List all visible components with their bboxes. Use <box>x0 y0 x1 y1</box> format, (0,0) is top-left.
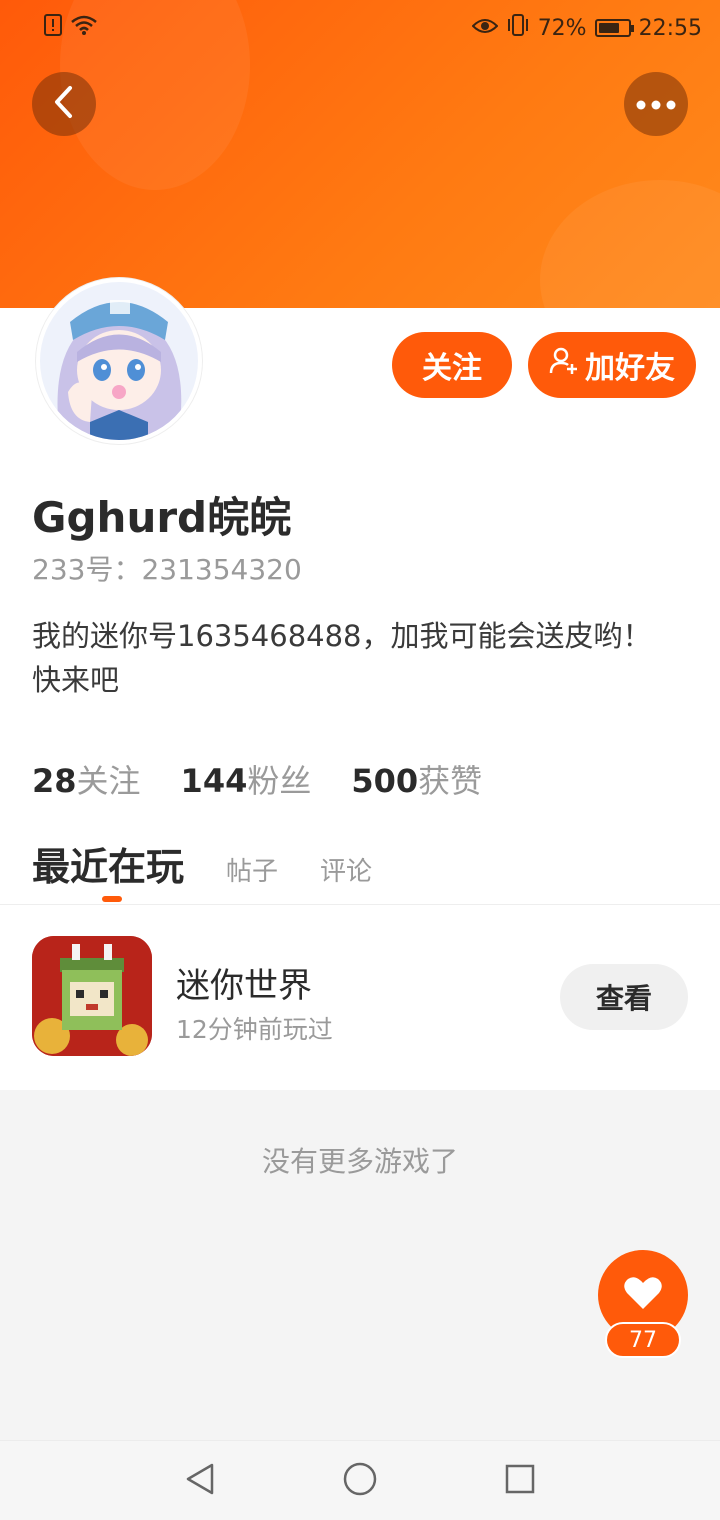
user-bio: 我的迷你号1635468488，加我可能会送皮哟！快来吧 <box>32 619 652 697</box>
stat-fans[interactable]: 144粉丝 <box>181 756 312 802</box>
nav-recents-button[interactable] <box>502 1463 538 1499</box>
add-friend-button[interactable]: 加好友 <box>528 332 696 398</box>
tab-posts[interactable]: 帖子 <box>226 851 278 888</box>
circle-home-icon <box>343 1462 377 1500</box>
stat-number: 500 <box>351 762 419 800</box>
avatar[interactable] <box>36 278 202 444</box>
battery-percent: 72% <box>537 15 587 41</box>
battery-icon <box>594 19 634 37</box>
profile-tabs: 最近在玩 帖子 评论 <box>32 836 372 891</box>
stat-number: 28 <box>32 762 77 800</box>
alert-icon <box>44 14 62 42</box>
follow-label: 关注 <box>422 351 482 386</box>
nav-home-button[interactable] <box>342 1462 378 1500</box>
like-count-badge: 77 <box>605 1322 681 1358</box>
tab-comments[interactable]: 评论 <box>320 851 372 888</box>
back-button[interactable] <box>32 72 96 136</box>
system-navigation-bar <box>0 1440 720 1520</box>
nav-back-button[interactable] <box>182 1463 218 1499</box>
wifi-icon <box>70 14 98 42</box>
follow-button[interactable]: 关注 <box>392 332 512 398</box>
profile-stats: 28关注 144粉丝 500获赞 <box>32 756 482 802</box>
list-item[interactable]: 迷你世界 12分钟前玩过 查看 <box>0 906 720 1088</box>
square-recents-icon <box>505 1464 535 1498</box>
stat-label: 粉丝 <box>247 762 312 800</box>
no-more-games-text: 没有更多游戏了 <box>261 1145 458 1178</box>
eye-icon <box>471 16 499 41</box>
anime-girl-avatar-icon <box>40 282 198 440</box>
stat-likes[interactable]: 500获赞 <box>351 756 482 802</box>
divider <box>0 904 720 905</box>
header-decoration <box>540 180 720 308</box>
heart-icon <box>623 1275 663 1315</box>
user-id-label: 233号： <box>32 553 142 586</box>
stat-number: 144 <box>180 762 248 800</box>
game-last-played: 12分钟前玩过 <box>176 1015 333 1044</box>
vibrate-icon <box>506 14 530 42</box>
add-friend-label: 加好友 <box>585 351 675 386</box>
tab-indicator <box>102 896 122 902</box>
battery-level <box>598 23 619 33</box>
triangle-back-icon <box>184 1462 216 1500</box>
stat-label: 关注 <box>76 762 141 800</box>
user-id: 233号：231354320 <box>32 548 302 588</box>
more-options-button[interactable] <box>624 72 688 136</box>
clock: 22:55 <box>638 15 702 41</box>
stat-following[interactable]: 28关注 <box>32 756 141 802</box>
more-dots-icon <box>636 95 676 114</box>
status-bar: 72% 22:55 <box>0 0 720 56</box>
game-app-icon <box>32 936 152 1056</box>
user-id-value: 231354320 <box>141 553 302 586</box>
view-game-label: 查看 <box>595 982 652 1015</box>
username: Gghurd皖皖 <box>32 493 292 542</box>
stat-label: 获赞 <box>418 762 483 800</box>
chevron-left-icon <box>51 85 77 123</box>
tab-recently-played[interactable]: 最近在玩 <box>32 836 184 891</box>
add-user-icon <box>549 346 579 384</box>
view-game-button[interactable]: 查看 <box>560 964 688 1030</box>
game-name: 迷你世界 <box>176 966 312 1006</box>
